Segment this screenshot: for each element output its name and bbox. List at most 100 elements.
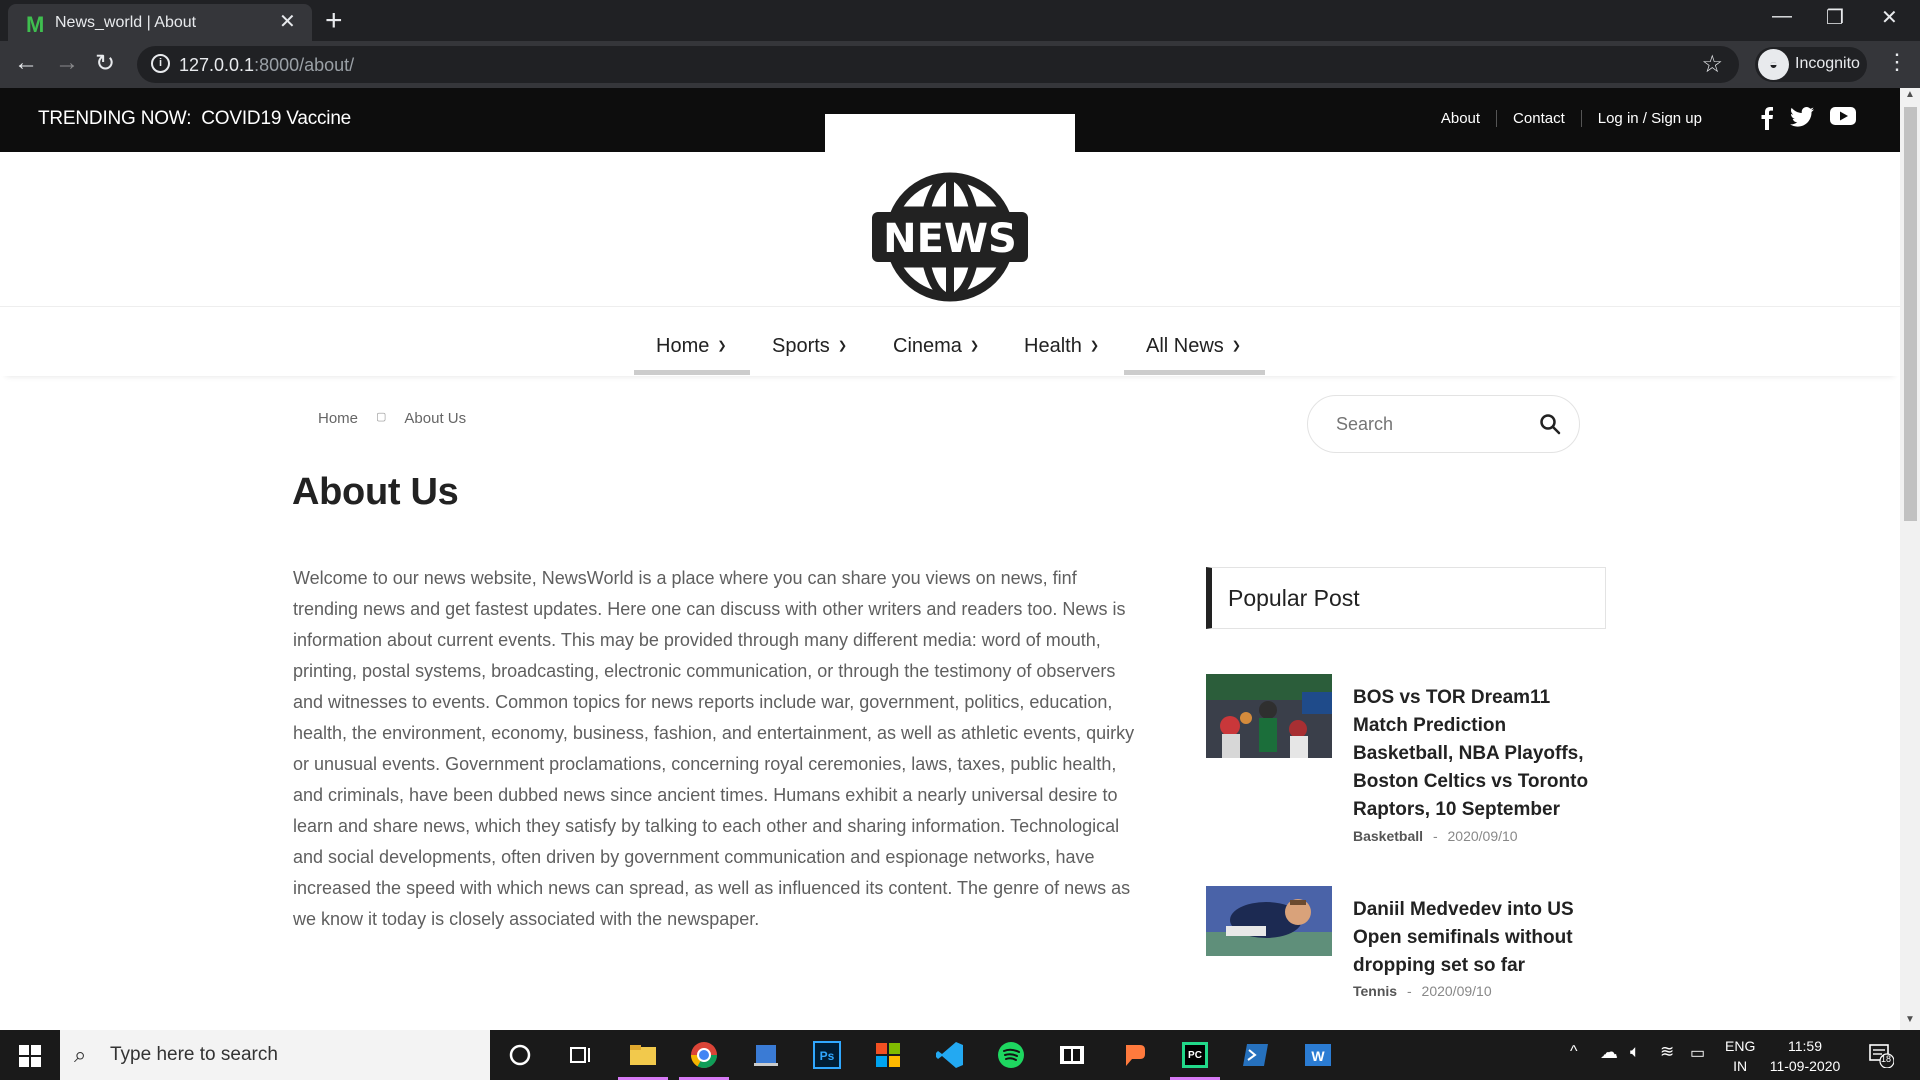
browser-menu-icon[interactable]: ⋮ — [1886, 49, 1908, 75]
address-bar[interactable]: i 127.0.0.1:8000/about/ ☆ — [137, 46, 1739, 83]
post-date: 2020/09/10 — [1421, 983, 1492, 999]
chevron-down-icon: ❯ — [717, 340, 727, 352]
chevron-down-icon: ❯ — [837, 340, 848, 352]
app-icon[interactable] — [1118, 1039, 1150, 1071]
top-link-login[interactable]: Log in / Sign up — [1580, 110, 1718, 127]
chevron-down-icon: ❯ — [969, 340, 980, 352]
page-scrollbar[interactable]: ▲ ▼ — [1900, 88, 1920, 1030]
page-viewport: TRENDING NOW: COVID19 Vaccine About Conta… — [0, 88, 1900, 1030]
popular-post-header: Popular Post — [1206, 567, 1606, 629]
taskbar-search-text: Type here to search — [110, 1044, 278, 1065]
incognito-label: Incognito — [1795, 55, 1860, 72]
site-info-icon[interactable]: i — [151, 54, 170, 73]
file-explorer-icon[interactable] — [627, 1039, 659, 1071]
trending-label: TRENDING NOW: — [38, 108, 192, 129]
breadcrumb: Home ▢ About Us — [318, 410, 466, 427]
clock[interactable]: 11:59 11-09-2020 — [1765, 1036, 1845, 1076]
vscode-icon[interactable] — [934, 1039, 966, 1071]
url-path: :8000/about/ — [254, 55, 355, 75]
photoshop-icon[interactable]: Ps — [811, 1039, 843, 1071]
battery-icon[interactable]: ▭ — [1690, 1043, 1705, 1063]
volume-icon[interactable]: 🔈︎ — [1630, 1042, 1640, 1062]
url-host: 127.0.0.1 — [179, 55, 255, 75]
trending-link[interactable]: COVID19 Vaccine — [201, 108, 351, 129]
post-meta-separator: - — [1406, 983, 1412, 999]
post-meta: Tennis - 2020/09/10 — [1353, 983, 1492, 999]
windows-taskbar: ⌕ Type here to search Ps PC W ^ ☁ 🔈︎ ≋ ▭… — [0, 1030, 1920, 1080]
post-meta: Basketball - 2020/09/10 — [1353, 828, 1518, 844]
nav-health-label: Health — [1024, 335, 1082, 357]
tab-close-icon[interactable]: ✕ — [279, 9, 296, 34]
post-category[interactable]: Basketball — [1353, 828, 1423, 844]
post-category[interactable]: Tennis — [1353, 983, 1397, 999]
scroll-up-icon[interactable]: ▲ — [1905, 89, 1915, 100]
windows-start-icon[interactable] — [19, 1045, 41, 1067]
new-tab-icon[interactable]: + — [325, 4, 343, 38]
spotify-icon[interactable] — [995, 1039, 1027, 1071]
browser-tab[interactable]: M News_world | About ✕ — [8, 4, 312, 41]
post-thumbnail-basketball[interactable] — [1206, 674, 1332, 758]
nav-cinema-label: Cinema — [893, 335, 962, 357]
tray-expand-icon[interactable]: ^ — [1570, 1043, 1578, 1061]
breadcrumb-home[interactable]: Home — [318, 410, 358, 427]
back-icon[interactable]: ← — [14, 49, 38, 77]
reload-icon[interactable]: ↻ — [95, 49, 115, 78]
scroll-down-icon[interactable]: ▼ — [1905, 1014, 1915, 1025]
taskbar-search[interactable]: ⌕ Type here to search — [60, 1030, 490, 1080]
logo-area: NEWS — [0, 152, 1900, 302]
app-icon[interactable] — [872, 1039, 904, 1071]
logo-tab-background — [825, 114, 1075, 152]
main-nav: Home ❯ Sports ❯ Cinema ❯ Health ❯ All News ❯ — [0, 306, 1900, 376]
cortana-icon[interactable] — [504, 1039, 536, 1071]
notification-count: 18 — [1881, 1054, 1892, 1064]
powershell-icon[interactable] — [1240, 1039, 1272, 1071]
scroll-thumb[interactable] — [1904, 107, 1917, 521]
notification-center-icon[interactable]: 18 — [1868, 1042, 1895, 1069]
nav-sports-label: Sports — [772, 335, 830, 357]
search-input[interactable] — [1336, 410, 1526, 438]
wifi-icon[interactable]: ≋ — [1660, 1042, 1674, 1062]
app-icon[interactable] — [750, 1039, 782, 1071]
url-text[interactable]: 127.0.0.1:8000/about/ — [179, 55, 354, 76]
dolby-icon[interactable] — [1056, 1039, 1088, 1071]
top-link-about[interactable]: About — [1425, 110, 1496, 127]
lang-line2: IN — [1733, 1058, 1748, 1074]
news-globe-logo[interactable]: NEWS — [870, 172, 1030, 302]
pycharm-icon[interactable]: PC — [1179, 1039, 1211, 1071]
search-icon[interactable] — [1539, 413, 1561, 435]
nav-home[interactable]: Home ❯ — [656, 335, 727, 358]
popular-post-item[interactable]: BOS vs TOR Dream11 Match Prediction Bask… — [1206, 674, 1606, 844]
logo-text: NEWS — [883, 216, 1017, 262]
post-thumbnail-tennis[interactable] — [1206, 886, 1332, 956]
minimize-icon[interactable]: — — [1772, 5, 1792, 28]
nav-sports[interactable]: Sports ❯ — [772, 335, 847, 358]
nav-health[interactable]: Health ❯ — [1024, 335, 1099, 358]
svg-text:W: W — [1311, 1048, 1325, 1064]
close-window-icon[interactable]: ✕ — [1881, 5, 1898, 30]
bookmark-star-icon[interactable]: ☆ — [1701, 50, 1723, 79]
forward-icon[interactable]: → — [55, 49, 79, 77]
twitter-icon[interactable] — [1790, 106, 1814, 128]
browser-tabbar: M News_world | About ✕ + — ❐ ✕ — [0, 0, 1920, 41]
nav-home-label: Home — [656, 335, 710, 357]
facebook-icon[interactable] — [1760, 106, 1774, 130]
app-icon[interactable]: W — [1302, 1039, 1334, 1071]
top-link-contact[interactable]: Contact — [1496, 110, 1581, 127]
lang-line1: ENG — [1725, 1038, 1756, 1054]
post-title[interactable]: Daniil Medvedev into US Open semifinals … — [1353, 896, 1606, 980]
post-title[interactable]: BOS vs TOR Dream11 Match Prediction Bask… — [1353, 684, 1606, 824]
task-view-icon[interactable] — [565, 1039, 597, 1071]
onedrive-icon[interactable]: ☁ — [1600, 1042, 1618, 1063]
restore-icon[interactable]: ❐ — [1826, 5, 1844, 30]
post-date: 2020/09/10 — [1447, 828, 1518, 844]
nav-all-news-underline — [1124, 370, 1265, 375]
nav-all-news[interactable]: All News ❯ — [1146, 335, 1241, 358]
incognito-badge[interactable]: ◒ Incognito — [1755, 47, 1867, 82]
language-indicator[interactable]: ENG IN — [1725, 1036, 1755, 1076]
nav-cinema[interactable]: Cinema ❯ — [893, 335, 979, 358]
top-links: About Contact Log in / Sign up — [1425, 110, 1718, 127]
popular-post-item[interactable]: Daniil Medvedev into US Open semifinals … — [1206, 886, 1606, 1006]
youtube-icon[interactable] — [1830, 106, 1856, 126]
breadcrumb-separator-icon: ▢ — [376, 411, 387, 423]
chrome-icon[interactable] — [688, 1039, 720, 1071]
